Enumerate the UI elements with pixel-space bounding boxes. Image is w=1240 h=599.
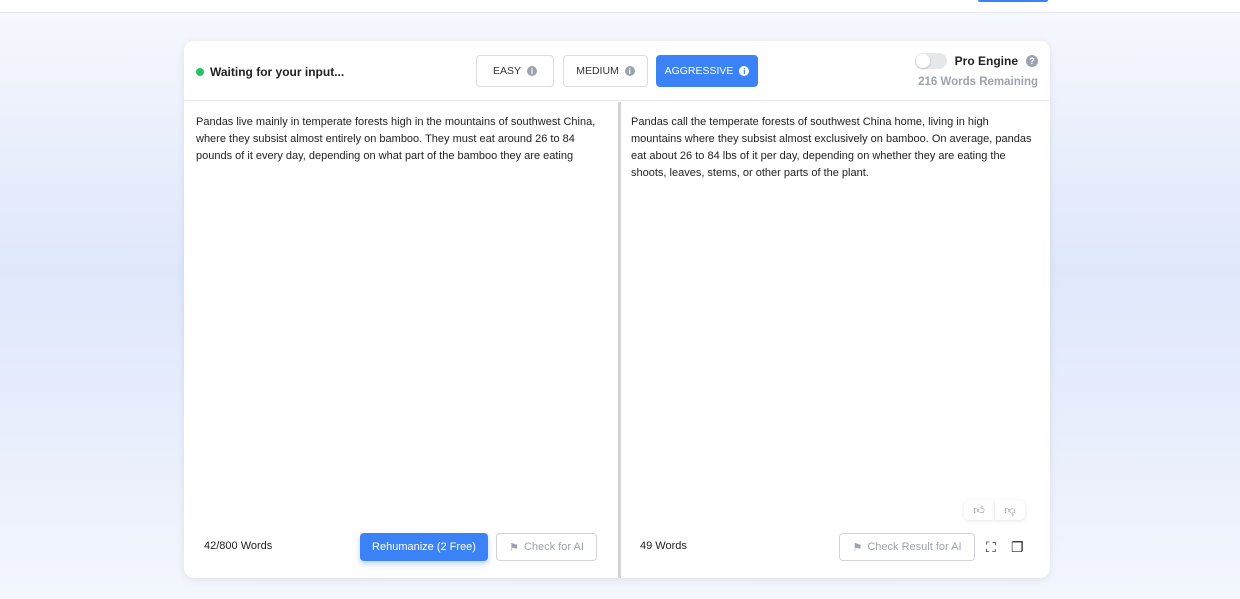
rehumanize-button[interactable]: Rehumanize (2 Free) <box>360 533 488 561</box>
mode-label: AGGRESSIVE <box>664 65 734 77</box>
input-word-count: 42/800 Words <box>204 540 273 552</box>
info-icon: i <box>624 66 635 76</box>
thumbs-down-icon: 👎︎ <box>1004 504 1016 517</box>
pro-engine-label: Pro Engine <box>954 54 1018 68</box>
copy-icon[interactable]: ❐ <box>1011 539 1024 556</box>
mode-label: MEDIUM <box>576 65 619 77</box>
flag-icon: ⚑ <box>509 541 519 554</box>
top-navbar <box>0 0 1240 13</box>
words-remaining: 216 Words Remaining <box>918 76 1038 88</box>
check-for-ai-button[interactable]: ⚑ Check for AI <box>496 533 597 561</box>
info-icon: i <box>527 66 537 76</box>
check-result-button[interactable]: ⚑ Check Result for AI <box>839 533 975 561</box>
status-text: Waiting for your input... <box>210 65 345 79</box>
mode-aggressive-button[interactable]: AGGRESSIVE i <box>656 55 758 87</box>
check-result-label: Check Result for AI <box>867 541 962 553</box>
input-textarea[interactable]: Pandas live mainly in temperate forests … <box>184 102 618 578</box>
rehumanize-label: Rehumanize (2 Free) <box>372 541 476 553</box>
thumbs-up-button[interactable]: 👍︎ <box>964 500 994 520</box>
pro-engine: Pro Engine? 216 Words Remaining <box>914 53 1038 88</box>
fullscreen-icon[interactable]: ⛶ <box>986 539 996 556</box>
status-dot-icon <box>196 68 204 76</box>
status-indicator: Waiting for your input... <box>196 65 344 79</box>
thumbs-down-button[interactable]: 👎︎ <box>995 500 1025 520</box>
mode-label: EASY <box>492 65 521 77</box>
pro-engine-toggle[interactable] <box>914 53 947 69</box>
nav-button[interactable] <box>978 0 1048 2</box>
check-label: Check for AI <box>523 541 584 553</box>
mode-easy-button[interactable]: EASY i <box>476 55 554 87</box>
flag-icon: ⚑ <box>852 541 863 554</box>
info-icon: i <box>739 66 750 76</box>
thumbs-up-icon: 👍︎ <box>973 504 985 517</box>
output-word-count: 49 Words <box>640 540 687 552</box>
card-header: Waiting for your input... EASY i MEDIUM i … <box>184 41 1050 101</box>
humanizer-card: Waiting for your input... EASY i MEDIUM i … <box>184 41 1050 578</box>
mode-medium-button[interactable]: MEDIUM i <box>563 55 648 87</box>
help-icon[interactable]: ? <box>1026 55 1038 67</box>
